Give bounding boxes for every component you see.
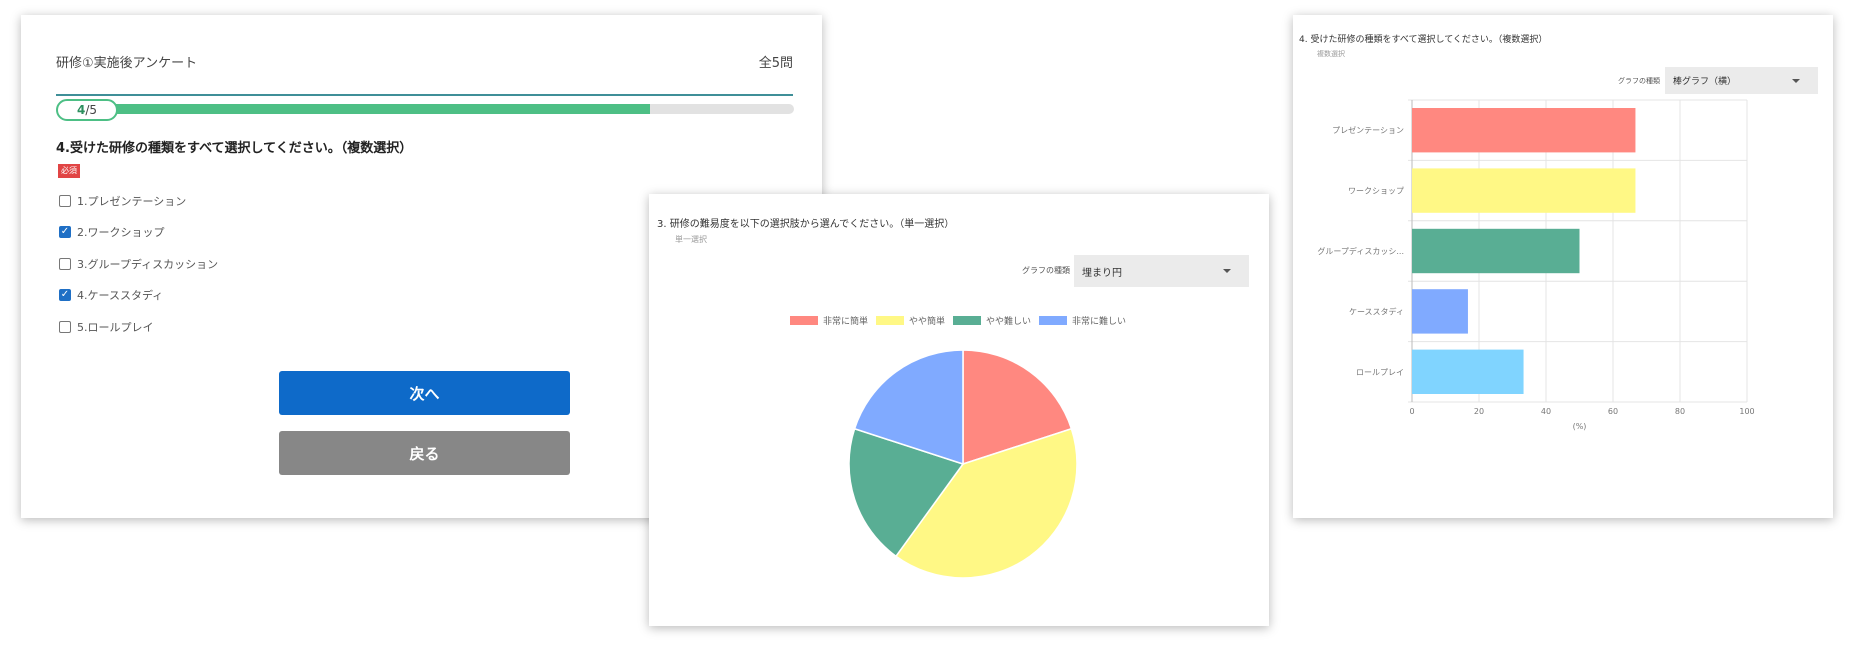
- bar: [1412, 228, 1580, 274]
- survey-title: 研修①実施後アンケート: [56, 56, 198, 71]
- progress-indicator: 4/5: [56, 99, 118, 121]
- y-category-label: ワークショップ: [1348, 187, 1404, 196]
- option-2[interactable]: ✓ 2.ワークショップ: [59, 222, 165, 242]
- option-label: 3.グループディスカッション: [77, 258, 219, 271]
- checkbox-4[interactable]: ✓: [59, 289, 71, 301]
- x-tick-label: 80: [1675, 407, 1685, 416]
- option-label: 4.ケーススタディ: [77, 289, 164, 302]
- pie-chart-panel: 3. 研修の難易度を以下の選択肢から選んでください。（単一選択） 単一選択 グラ…: [649, 194, 1269, 626]
- bar-chart: 0 20 40 60 80 100 プレゼンテーションワークショップグループディスカッシ..…: [1317, 99, 1755, 431]
- option-5[interactable]: 5.ロールプレイ: [59, 317, 154, 337]
- option-1[interactable]: 1.プレゼンテーション: [59, 191, 186, 211]
- bar: [1412, 289, 1468, 334]
- bar: [1412, 349, 1524, 394]
- x-tick-label: 0: [1409, 407, 1414, 416]
- checkbox-5[interactable]: [59, 321, 71, 333]
- next-button[interactable]: 次へ: [279, 371, 570, 415]
- option-label: 1.プレゼンテーション: [77, 195, 187, 208]
- option-label: 2.ワークショップ: [77, 226, 165, 239]
- x-tick-label: 60: [1608, 407, 1618, 416]
- required-badge: 必須: [58, 164, 80, 178]
- progress-fill: [76, 104, 651, 114]
- progress-bar: 4/5: [56, 99, 794, 121]
- pie-chart: [848, 349, 1078, 579]
- checkbox-3[interactable]: [59, 258, 71, 270]
- option-3[interactable]: 3.グループディスカッション: [59, 254, 218, 274]
- option-4[interactable]: ✓ 4.ケーススタディ: [59, 285, 163, 305]
- option-label: 5.ロールプレイ: [77, 321, 154, 334]
- question-title: 4.受けた研修の種類をすべて選択してください。（複数選択）: [56, 141, 413, 156]
- x-tick-label: 40: [1541, 407, 1551, 416]
- bar-chart-panel: 4. 受けた研修の種類をすべて選択してください。（複数選択） 複数選択 グラフの…: [1293, 15, 1833, 518]
- progress-total: 5: [89, 103, 98, 117]
- checkbox-1[interactable]: [59, 195, 71, 207]
- y-category-label: ロールプレイ: [1356, 368, 1404, 377]
- x-tick-label: 100: [1739, 407, 1754, 416]
- y-category-label: プレゼンテーション: [1332, 125, 1404, 135]
- bar: [1412, 108, 1636, 153]
- question-count: 全5問: [758, 56, 793, 71]
- x-tick-label: 20: [1474, 407, 1484, 416]
- bar: [1412, 168, 1636, 213]
- y-category-label: グループディスカッシ...: [1317, 246, 1404, 256]
- x-axis-label: (%): [1573, 422, 1587, 431]
- back-button[interactable]: 戻る: [279, 431, 570, 475]
- survey-header: 研修①実施後アンケート 全5問: [56, 52, 793, 96]
- checkbox-2[interactable]: ✓: [59, 226, 71, 238]
- y-category-label: ケーススタディ: [1349, 306, 1404, 316]
